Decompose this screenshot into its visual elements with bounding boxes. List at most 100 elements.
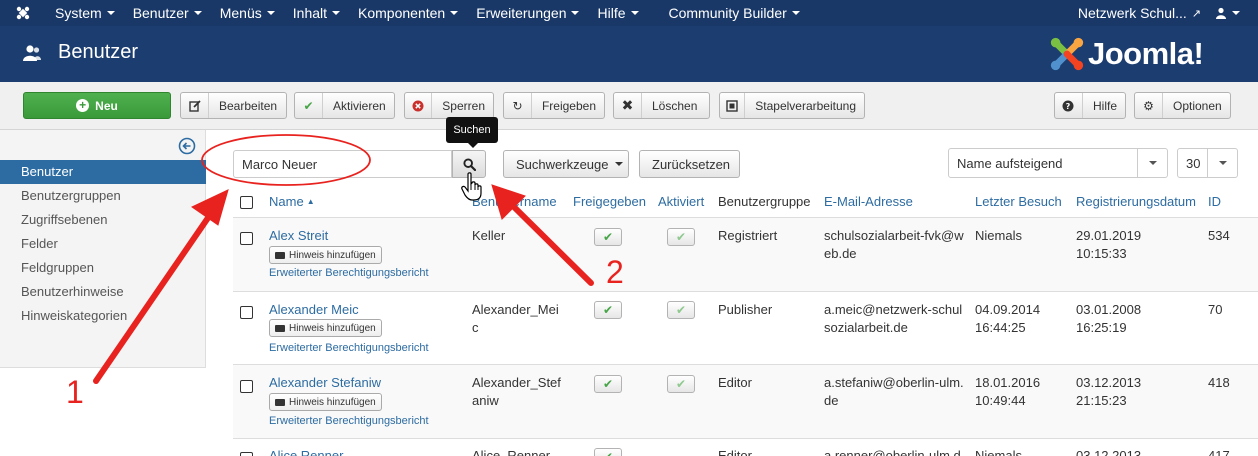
activate-button[interactable]: ✔ Aktivieren <box>294 92 395 119</box>
id-cell: 418 <box>1208 375 1230 390</box>
caret-down-icon <box>614 162 623 166</box>
user-menu[interactable] <box>1201 0 1258 26</box>
username-cell: Keller <box>472 228 506 243</box>
group-cell: Publisher <box>718 302 773 317</box>
column-enabled[interactable]: Freigegeben <box>573 194 646 209</box>
username-cell: Alexander_Stef aniw <box>472 375 561 408</box>
block-button[interactable]: Sperren <box>404 92 494 119</box>
note-icon <box>275 324 285 332</box>
enabled-toggle[interactable]: ✔ <box>594 228 622 246</box>
caret-down-icon <box>106 11 115 15</box>
help-icon: ? <box>1055 93 1083 118</box>
annotation-label-2: 2 <box>606 254 624 290</box>
add-note-button[interactable]: Hinweis hinzufügen <box>269 246 382 264</box>
email-cell: a.stefaniw@oberlin-ulm. de <box>824 375 964 408</box>
hand-cursor-icon <box>461 172 482 201</box>
menu-inhalt[interactable]: Inhalt <box>284 0 349 26</box>
id-cell: 70 <box>1208 302 1223 317</box>
caret-down-icon <box>450 11 459 15</box>
note-icon <box>275 251 285 259</box>
enabled-toggle[interactable]: ✔ <box>594 375 622 393</box>
menu-erweiterungen[interactable]: Erweiterungen <box>467 0 588 26</box>
column-email[interactable]: E-Mail-Adresse <box>824 194 913 209</box>
menu-hilfe[interactable]: Hilfe <box>588 0 647 26</box>
permissions-report-link[interactable]: Erweiterter Berechtigungsbericht <box>269 267 429 279</box>
permissions-report-link[interactable]: Erweiterter Berechtigungsbericht <box>269 415 429 427</box>
svg-text:?: ? <box>1066 102 1071 111</box>
navbar-right: Netzwerk Schul... ↗ <box>1069 0 1258 26</box>
activated-status[interactable]: ✔ <box>667 228 695 246</box>
gear-icon: ⚙ <box>1135 93 1163 118</box>
search-input[interactable] <box>233 150 452 178</box>
user-name-link[interactable]: Alexander Meic <box>269 301 359 319</box>
email-cell: a.renner@oberlin-ulm.d <box>824 448 961 456</box>
group-cell: Editor <box>718 448 752 456</box>
caret-down-icon <box>193 11 202 15</box>
batch-button[interactable]: Stapelverarbeitung <box>719 92 865 119</box>
menu-komponenten[interactable]: Komponenten <box>349 0 467 26</box>
site-link[interactable]: Netzwerk Schul... ↗ <box>1069 0 1201 26</box>
column-registered[interactable]: Registrierungsdatum <box>1076 194 1196 209</box>
new-button[interactable]: + Neu <box>23 92 171 119</box>
delete-button[interactable]: ✖ Löschen <box>613 92 710 119</box>
menu-community-builder[interactable]: Community Builder <box>660 0 809 26</box>
select-arrow-icon <box>1137 149 1167 177</box>
sidebar-item-feldgruppen[interactable]: Feldgruppen <box>0 256 206 280</box>
permissions-report-link[interactable]: Erweiterter Berechtigungsbericht <box>269 342 429 354</box>
activated-status[interactable]: ✔ <box>667 301 695 319</box>
toolbar: + Neu Bearbeiten ✔ Aktivieren Sperren ↻ … <box>0 82 1258 130</box>
sidebar-item-zugriffsebenen[interactable]: Zugriffsebenen <box>0 208 206 232</box>
column-name[interactable]: Name ▲ <box>269 194 315 209</box>
last-visit-cell: 18.01.2016 10:49:44 <box>975 375 1041 408</box>
row-checkbox[interactable] <box>240 452 253 456</box>
joomla-icon[interactable] <box>0 0 46 26</box>
sort-select[interactable]: Name aufsteigend <box>948 148 1168 178</box>
menu-system[interactable]: System <box>46 0 124 26</box>
limit-select[interactable]: 30 <box>1177 148 1238 178</box>
caret-down-icon <box>571 11 580 15</box>
unblock-button[interactable]: ↻ Freigeben <box>503 92 605 119</box>
sidebar-item-benutzergruppen[interactable]: Benutzergruppen <box>0 184 206 208</box>
select-all-checkbox[interactable] <box>240 196 253 209</box>
select-arrow-icon <box>1207 149 1237 177</box>
registered-cell: 03.01.2008 16:25:19 <box>1076 302 1142 335</box>
row-checkbox[interactable] <box>240 380 253 393</box>
reset-button[interactable]: Zurücksetzen <box>639 150 740 178</box>
activated-status[interactable]: ✔ <box>667 375 695 393</box>
menu-benutzer[interactable]: Benutzer <box>124 0 211 26</box>
top-navbar: System Benutzer Menüs Inhalt Komponenten… <box>0 0 1258 26</box>
enabled-toggle[interactable]: ✔ <box>594 301 622 319</box>
column-last-visit[interactable]: Letzter Besuch <box>975 194 1062 209</box>
menu-menues[interactable]: Menüs <box>211 0 284 26</box>
column-id[interactable]: ID <box>1208 194 1221 209</box>
add-note-button[interactable]: Hinweis hinzufügen <box>269 319 382 337</box>
help-button[interactable]: ? Hilfe <box>1054 92 1126 119</box>
add-note-button[interactable]: Hinweis hinzufügen <box>269 393 382 411</box>
registered-cell: 03.12.2013 <box>1076 448 1142 456</box>
row-checkbox[interactable] <box>240 306 253 319</box>
sidebar-item-felder[interactable]: Felder <box>0 232 206 256</box>
search-tools-button[interactable]: Suchwerkzeuge <box>503 150 629 178</box>
username-cell: Alexander_Mei c <box>472 302 559 335</box>
collapse-sidebar-icon[interactable] <box>178 137 196 155</box>
last-visit-cell: Niemals <box>975 448 1022 456</box>
row-divider <box>233 291 1258 292</box>
id-cell: 417 <box>1208 448 1230 456</box>
block-icon <box>405 93 433 118</box>
user-name-link[interactable]: Alexander Stefaniw <box>269 374 381 392</box>
sidebar-item-benutzerhinweise[interactable]: Benutzerhinweise <box>0 280 206 304</box>
sidebar-item-benutzer[interactable]: Benutzer <box>0 160 206 184</box>
page-title: Benutzer <box>58 41 139 63</box>
row-checkbox[interactable] <box>240 232 253 245</box>
delete-icon: ✖ <box>614 93 642 118</box>
annotation-label-1: 1 <box>66 374 84 410</box>
sidebar-item-hinweiskategorien[interactable]: Hinweiskategorien <box>0 304 206 328</box>
edit-button[interactable]: Bearbeiten <box>180 92 287 119</box>
enabled-toggle[interactable]: ✔ <box>594 448 622 456</box>
user-name-link[interactable]: Alex Streit <box>269 227 328 245</box>
column-activated[interactable]: Aktiviert <box>658 194 704 209</box>
caret-down-icon <box>266 11 275 15</box>
options-button[interactable]: ⚙ Optionen <box>1134 92 1231 119</box>
joomla-logo-icon <box>1050 37 1084 71</box>
user-name-link[interactable]: Alice Renner <box>269 447 343 456</box>
